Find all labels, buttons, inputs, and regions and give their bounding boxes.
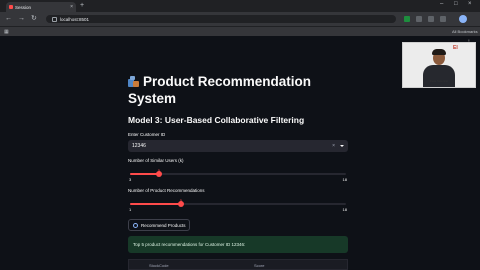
similar-users-label: Number of Similar Users (k) [128,158,184,163]
model-subheader: Model 3: User-Based Collaborative Filter… [128,115,305,125]
address-bar[interactable]: localhost:8501 [46,15,396,23]
recommendations-table: StockCode Score [128,259,348,270]
presenter-hair [432,49,446,55]
slider-track[interactable] [130,173,346,175]
browser-tab-bar: Session × + – □ × [0,0,480,12]
customer-id-value: 12346 [132,143,146,149]
recommend-products-button[interactable]: Recommend Products [128,219,190,231]
apps-grid-icon[interactable]: ▦ [4,29,9,35]
extension-icon[interactable] [416,16,422,22]
close-window-button[interactable]: × [468,1,472,7]
slider-thumb[interactable] [156,171,162,177]
slider-thumb[interactable] [178,201,184,207]
minimize-button[interactable]: – [440,1,443,7]
recommendations-label: Number of Product Recommendations [128,188,205,193]
streamlit-favicon-icon [9,5,13,9]
site-info-icon[interactable] [52,16,57,22]
page-title-text: Product Recommendation System [128,74,312,106]
profile-avatar[interactable] [459,15,467,23]
slider-min: 3 [129,177,132,182]
tab-title: Session [15,4,32,10]
tab-close-icon[interactable]: × [70,4,73,10]
recommendations-slider[interactable]: 5 1 18 [129,198,347,212]
chevron-down-icon[interactable] [340,145,344,147]
slider-max: 18 [342,177,347,182]
customer-id-select[interactable]: 12346 × [128,140,348,152]
webcam-caption: Data Scientist [429,79,449,83]
table-header-score[interactable]: Score [254,263,264,268]
table-header-stockcode[interactable]: StockCode [149,263,169,268]
success-message: Top 5 product recommendations for Custom… [133,242,246,247]
presenter-body [423,65,455,87]
clear-icon[interactable]: × [332,143,335,149]
new-tab-button[interactable]: + [80,2,84,10]
webcam-overlay: EI Data Scientist [402,42,476,88]
similar-users-slider[interactable]: 5 3 18 [129,168,347,182]
all-bookmarks-link[interactable]: All Bookmarks [452,29,478,35]
reload-button[interactable]: ↻ [31,14,37,24]
browser-toolbar: ← → ↻ localhost:8501 [0,12,480,26]
extensions-puzzle-icon[interactable] [440,16,446,22]
page-title: Product Recommendation System [128,74,348,107]
search-icon [133,222,138,228]
slider-fill [130,203,181,205]
bookmarks-bar: ▦ All Bookmarks [0,26,480,36]
back-button[interactable]: ← [5,14,12,24]
extension-icon[interactable] [428,16,434,22]
maximize-button[interactable]: □ [454,1,458,7]
url-text: localhost:8501 [60,16,90,22]
slider-fill [130,173,159,175]
forward-button[interactable]: → [18,14,25,24]
customer-id-label: Enter Customer ID [128,132,166,137]
slider-min: 1 [129,207,132,212]
slider-max: 18 [342,207,347,212]
success-alert: Top 5 product recommendations for Custom… [128,236,348,253]
webcam-logo: EI [453,45,458,51]
browser-tab[interactable]: Session × [6,2,76,12]
recommend-button-label: Recommend Products [141,222,186,228]
extension-icon[interactable] [404,16,410,22]
packages-emoji-icon [128,76,139,87]
